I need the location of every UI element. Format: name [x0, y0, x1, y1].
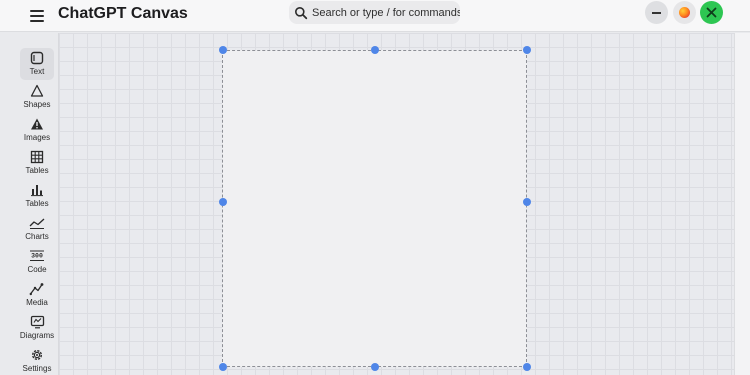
tool-label: Images [23, 133, 51, 142]
tool-text[interactable]: Text [20, 48, 54, 80]
resize-handle-bottom[interactable] [371, 363, 379, 371]
command-search[interactable] [289, 1, 460, 24]
tool-label: Text [29, 67, 45, 76]
app-title: ChatGPT Canvas [58, 5, 188, 22]
code-icon: 300 [30, 250, 44, 261]
tool-label: Tables [25, 166, 49, 175]
tool-rail: Text Shapes Images Tables Tables Charts … [16, 44, 58, 375]
shapes-icon [30, 84, 44, 97]
resize-handle-right[interactable] [523, 198, 531, 206]
image-icon [31, 118, 43, 130]
resize-handle-top-right[interactable] [523, 46, 531, 54]
search-icon [295, 6, 308, 19]
tool-images[interactable]: Images [20, 114, 54, 146]
tool-label: Diagrams [19, 331, 55, 340]
minimize-button[interactable] [645, 1, 668, 24]
tool-label: Media [26, 298, 48, 307]
diagram-icon [30, 315, 44, 329]
tool-charts[interactable]: Charts [20, 213, 54, 245]
line-chart-icon [29, 218, 45, 229]
tool-diagrams[interactable]: Diagrams [20, 312, 54, 344]
bar-chart-icon [31, 185, 43, 197]
gear-icon [31, 349, 43, 361]
resize-handle-bottom-left[interactable] [219, 363, 227, 371]
svg-text:300: 300 [31, 253, 43, 260]
avatar [679, 7, 690, 18]
resize-handle-bottom-right[interactable] [523, 363, 531, 371]
text-box-icon [30, 51, 44, 65]
tool-code[interactable]: 300 Code [20, 246, 54, 278]
tool-label: Settings [22, 364, 52, 373]
tool-media[interactable]: Media [20, 279, 54, 311]
minus-icon [652, 11, 661, 14]
tool-label: Shapes [23, 100, 51, 109]
search-input[interactable] [312, 6, 460, 19]
resize-handle-top[interactable] [371, 46, 379, 54]
table-grid-icon [30, 150, 44, 164]
close-button[interactable] [700, 1, 723, 24]
resize-handle-top-left[interactable] [219, 46, 227, 54]
media-icon [29, 283, 44, 296]
tool-tables-bars[interactable]: Tables [20, 180, 54, 212]
tool-label: Tables [25, 199, 49, 208]
resize-handle-left[interactable] [219, 198, 227, 206]
tool-settings[interactable]: Settings [20, 345, 54, 375]
top-bar: ChatGPT Canvas [0, 0, 750, 32]
tool-shapes[interactable]: Shapes [20, 81, 54, 113]
selected-page-frame[interactable] [222, 50, 527, 367]
close-icon [706, 7, 717, 18]
tool-label: Code [27, 265, 47, 274]
right-edge-panel [734, 33, 750, 375]
avatar-button[interactable] [673, 1, 696, 24]
tool-tables[interactable]: Tables [20, 147, 54, 179]
tool-label: Charts [25, 232, 49, 241]
menu-icon[interactable] [26, 5, 48, 27]
